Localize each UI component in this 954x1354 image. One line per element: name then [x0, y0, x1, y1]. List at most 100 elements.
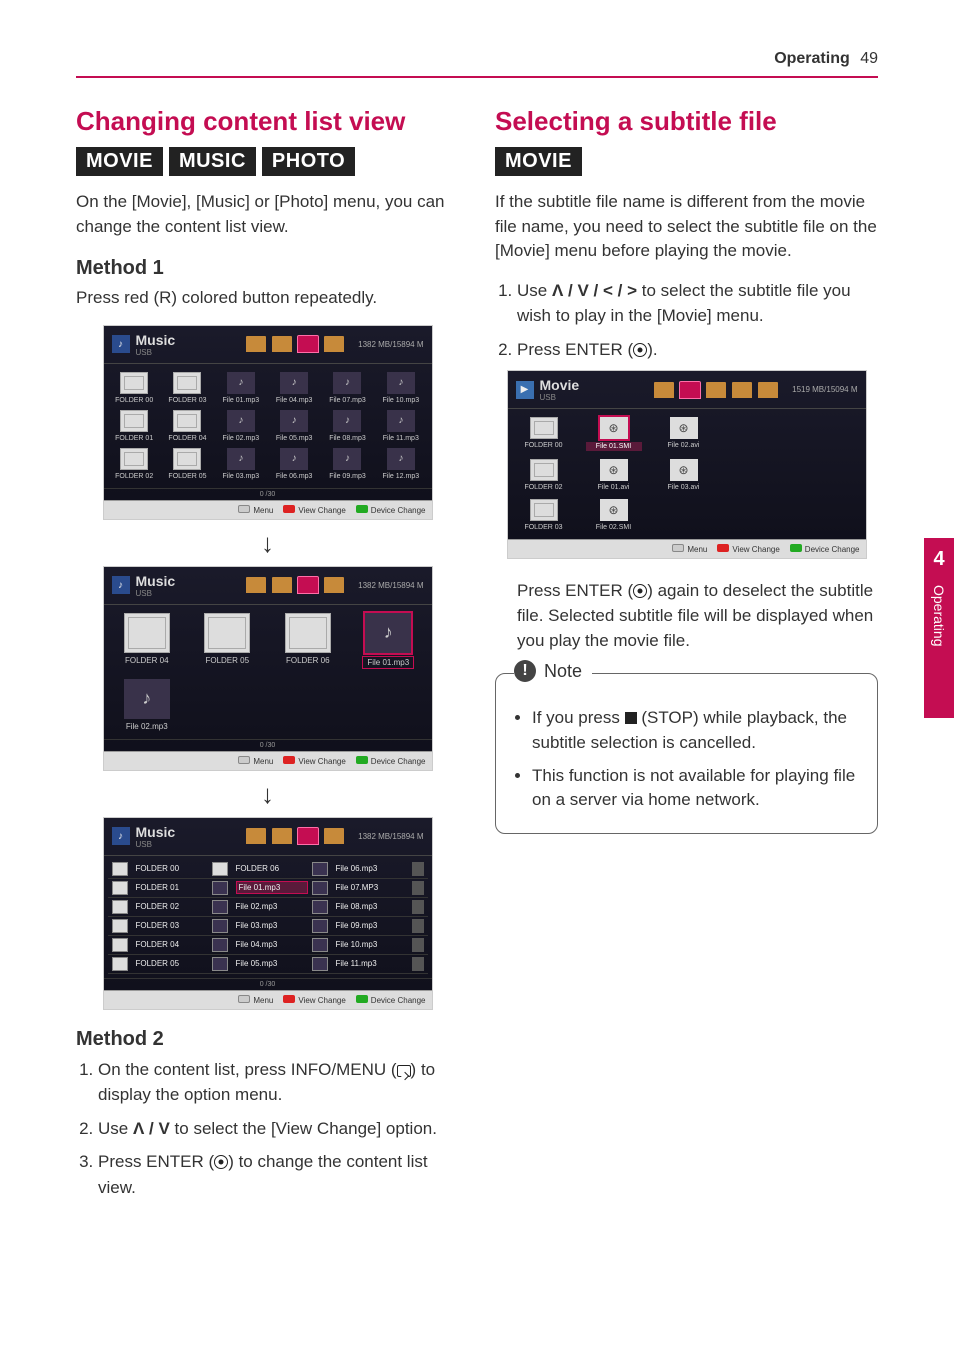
item-label: FOLDER 02	[112, 473, 157, 480]
folder-item: FOLDER 04	[124, 613, 170, 669]
music-note-icon	[212, 957, 228, 971]
music-note-icon: ♪	[333, 448, 361, 470]
method2-title: Method 2	[76, 1028, 459, 1051]
music-note-icon: ♪	[227, 372, 255, 394]
item-label: FOLDER 04	[165, 435, 210, 442]
method2-steps: On the content list, press INFO/MENU () …	[76, 1057, 459, 1201]
ss-tab	[272, 828, 292, 844]
ss-footer-device: Device Change	[371, 506, 426, 515]
item-label: File 02.mp3	[124, 722, 170, 731]
item-label: File 07.mp3	[325, 397, 370, 404]
folder-icon	[112, 881, 128, 895]
folder-icon	[204, 613, 250, 653]
header-page-number: 49	[860, 50, 878, 67]
item-label: File 01.mp3	[218, 397, 263, 404]
folder-icon	[112, 957, 128, 971]
ss-tab	[324, 577, 344, 593]
folder-icon	[173, 372, 201, 394]
list-row: FOLDER 02File 02.mp3File 08.mp3	[108, 898, 428, 917]
screenshot-grid-small: ♪ Music USB 1382 MB/15894 M FOLDER 00FOL…	[103, 325, 433, 520]
folder-icon	[120, 448, 148, 470]
subtitle-step-1: Use Ʌ / V / < / > to select the subtitle…	[517, 278, 878, 329]
ss-tab	[272, 577, 292, 593]
folder-icon	[124, 613, 170, 653]
ss-storage: 1382 MB/15894 M	[358, 340, 423, 349]
method2-step-2: Use Ʌ / V to select the [View Change] op…	[98, 1116, 459, 1142]
music-note-icon: ♪	[387, 372, 415, 394]
music-note-icon: ♪	[387, 410, 415, 432]
item-label: File 11.mp3	[336, 959, 408, 968]
film-reel-icon: ⊛	[670, 459, 698, 481]
item-label: File 05.mp3	[271, 435, 316, 442]
music-note-icon	[312, 957, 328, 971]
music-note-icon	[312, 938, 328, 952]
ss-tab	[246, 828, 266, 844]
ss-footer-view: View Change	[298, 506, 345, 515]
item-label: File 06.mp3	[336, 864, 408, 873]
item-label: File 04.mp3	[236, 940, 308, 949]
ss-tab-selected	[680, 382, 700, 398]
music-file-item: ♪ File 10.mp3	[378, 372, 423, 404]
music-file-item: ♪File 06.mp3	[271, 448, 316, 480]
item-label: File 10.mp3	[378, 397, 423, 404]
item-label: FOLDER 00	[136, 864, 208, 873]
folder-item: FOLDER 00	[516, 417, 572, 451]
ss-subtitle: USB	[136, 348, 176, 357]
ss-tab	[246, 577, 266, 593]
screenshot-movie: ▶ Movie USB 1519 MB/15094 M F	[507, 370, 867, 559]
ss-tab	[324, 336, 344, 352]
ss-tab	[758, 382, 778, 398]
item-label: File 02.mp3	[236, 902, 308, 911]
note-item-2: This function is not available for playi…	[532, 764, 861, 813]
movie-file-item: ⊛File 03.avi	[656, 459, 712, 491]
item-label: File 11.mp3	[378, 435, 423, 442]
folder-icon	[530, 459, 558, 481]
enter-icon	[214, 1155, 228, 1169]
left-column: Changing content list view MOVIE MUSIC P…	[76, 106, 459, 1208]
chapter-label: Operating	[931, 585, 947, 646]
method2-step-3: Press ENTER () to change the content lis…	[98, 1149, 459, 1200]
chapter-number: 4	[924, 548, 954, 571]
section-title-left: Changing content list view	[76, 106, 459, 137]
music-file-item: ♪File 02.mp3	[124, 679, 170, 731]
folder-icon	[530, 499, 558, 521]
music-note-icon: ♪	[280, 372, 308, 394]
intro-text: On the [Movie], [Music] or [Photo] menu,…	[76, 190, 459, 239]
page-header: Operating 49	[76, 50, 878, 78]
item-label: FOLDER 06	[236, 864, 308, 873]
folder-icon	[112, 900, 128, 914]
scrollbar-icon	[412, 862, 424, 876]
music-note-icon: ♪	[112, 576, 130, 594]
section-title-right: Selecting a subtitle file	[495, 106, 878, 137]
ss-tab-selected	[298, 577, 318, 593]
item-label: FOLDER 04	[124, 656, 170, 665]
movie-file-item: ⊛File 01.avi	[586, 459, 642, 491]
ss-tab	[732, 382, 752, 398]
folder-item: FOLDER 01	[112, 410, 157, 442]
item-label: FOLDER 04	[136, 940, 208, 949]
list-row: FOLDER 01File 01.mp3File 07.MP3	[108, 879, 428, 898]
music-note-icon: ♪	[227, 410, 255, 432]
ss-tab	[324, 828, 344, 844]
folder-item: FOLDER 05	[165, 448, 210, 480]
item-label: File 05.mp3	[236, 959, 308, 968]
folder-icon	[173, 410, 201, 432]
item-label: FOLDER 05	[165, 473, 210, 480]
screenshot-grid-large: ♪ Music USB 1382 MB/15894 M FOLDER 04FOL…	[103, 566, 433, 771]
side-chapter-tab: 4 Operating	[924, 538, 954, 718]
mode-tags: MOVIE MUSIC PHOTO	[76, 147, 459, 176]
music-note-icon: ♪	[280, 410, 308, 432]
note-box: ! Note If you press (STOP) while playbac…	[495, 673, 878, 834]
ss-title: Music	[136, 332, 176, 348]
item-label: File 10.mp3	[336, 940, 408, 949]
tag-movie: MOVIE	[76, 147, 163, 176]
item-label: File 08.mp3	[336, 902, 408, 911]
music-note-icon	[312, 881, 328, 895]
folder-icon	[120, 372, 148, 394]
music-note-icon	[212, 881, 228, 895]
music-file-item: ♪ File 01.mp3	[218, 372, 263, 404]
method1-body: Press red (R) colored button repeatedly.	[76, 286, 459, 311]
tag-music: MUSIC	[169, 147, 256, 176]
intro-right: If the subtitle file name is different f…	[495, 190, 878, 264]
tag-movie: MOVIE	[495, 147, 582, 176]
